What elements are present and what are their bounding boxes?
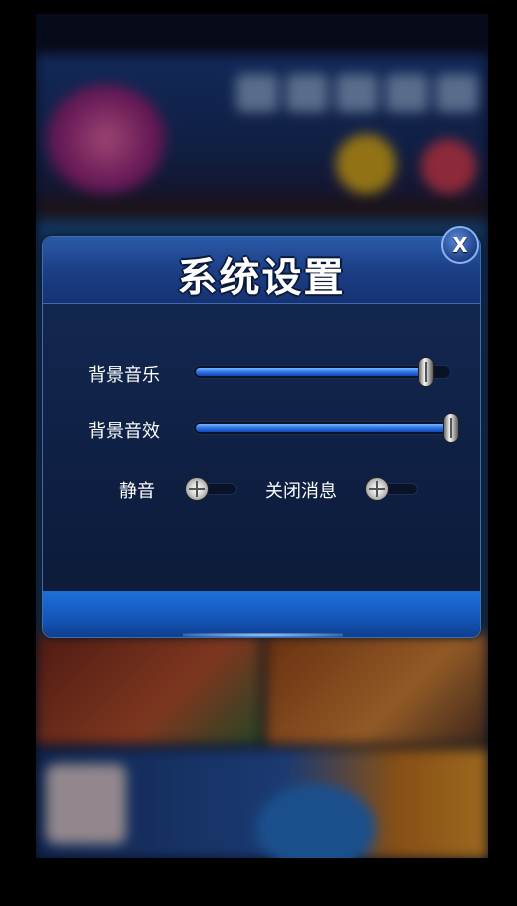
bg-sfx-slider[interactable] — [193, 421, 459, 435]
dialog-footer — [43, 591, 480, 637]
bg-music-label: 背景音乐 — [88, 365, 160, 386]
bg-music-slider[interactable] — [193, 365, 451, 379]
dialog-title: 系统设置 — [177, 255, 346, 301]
bg-sfx-slider-handle[interactable] — [443, 413, 459, 443]
settings-dialog: 系统设置 背景音乐 背景音效 静音 关闭消息 — [42, 236, 481, 638]
close-button[interactable]: X — [441, 226, 479, 264]
mute-toggle-knob[interactable] — [185, 477, 209, 501]
bg-music-slider-handle[interactable] — [418, 357, 435, 387]
bg-sfx-slider-fill — [196, 424, 458, 432]
bg-sfx-label: 背景音效 — [88, 421, 160, 442]
mute-label: 静音 — [119, 481, 155, 502]
dialog-header: 系统设置 — [43, 237, 480, 304]
close-messages-label: 关闭消息 — [265, 481, 337, 502]
bg-music-slider-fill — [196, 368, 433, 376]
close-messages-toggle-knob[interactable] — [365, 477, 389, 501]
close-icon: X — [452, 233, 468, 257]
